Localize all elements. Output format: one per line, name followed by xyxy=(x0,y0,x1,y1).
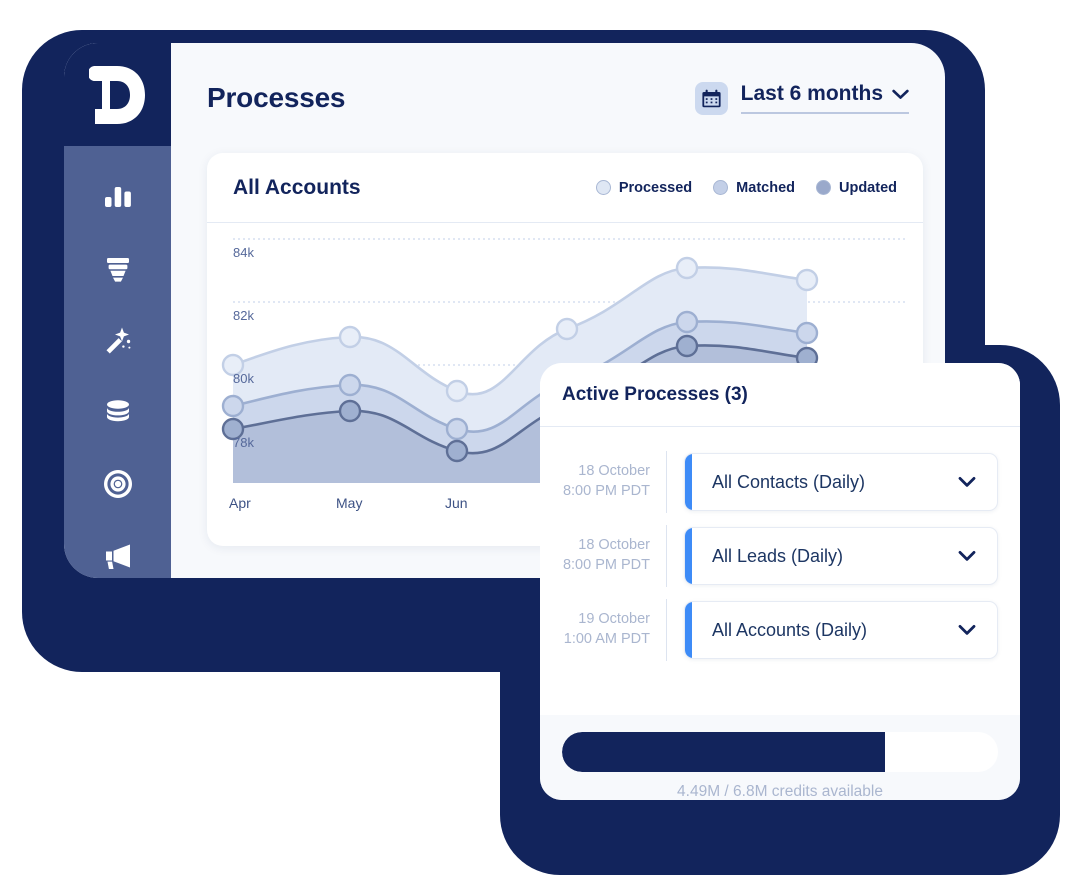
sidebar-item-campaigns[interactable] xyxy=(90,534,146,578)
process-timestamp: 18 October 8:00 PM PDT xyxy=(562,536,666,575)
row-divider xyxy=(666,525,667,587)
date-range-picker[interactable]: Last 6 months xyxy=(694,81,909,115)
legend-swatch xyxy=(595,180,611,195)
y-axis-tick: 78k xyxy=(233,435,254,450)
process-dropdown-all-accounts[interactable]: All Accounts (Daily) xyxy=(684,601,998,659)
date-range-label: Last 6 months xyxy=(740,82,883,105)
status-accent-bar xyxy=(685,528,692,584)
process-time: 8:00 PM PDT xyxy=(562,557,650,573)
legend-label: Matched xyxy=(736,179,795,196)
credits-progress-bar xyxy=(562,732,998,772)
process-time: 8:00 PM PDT xyxy=(562,483,650,499)
y-axis-tick: 80k xyxy=(233,371,254,386)
process-dropdown-all-leads[interactable]: All Leads (Daily) xyxy=(684,527,998,585)
chevron-down-icon[interactable] xyxy=(958,550,976,562)
credits-progress-fill xyxy=(562,732,885,772)
credits-section: 4.49M / 6.8M credits available xyxy=(540,715,1020,800)
sidebar-item-funnel[interactable] xyxy=(90,246,146,290)
process-dropdown-all-contacts[interactable]: All Contacts (Daily) xyxy=(684,453,998,511)
chart-legend: Processed Matched Updated xyxy=(595,179,897,196)
chart-card-header: All Accounts Processed Matched Updated xyxy=(207,153,923,223)
legend-item-updated[interactable]: Updated xyxy=(816,180,897,196)
sidebar-item-dashboard[interactable] xyxy=(90,174,146,218)
bar-chart-icon xyxy=(104,187,131,207)
process-name: All Accounts (Daily) xyxy=(712,619,868,640)
top-bar: Processes Last 6 months xyxy=(207,43,909,153)
process-timestamp: 19 October 1:00 AM PDT xyxy=(562,610,666,649)
list-item: 19 October 1:00 AM PDT All Accounts (Dai… xyxy=(562,593,998,667)
letter-d-logo-icon xyxy=(88,65,145,124)
legend-item-processed[interactable]: Processed xyxy=(595,179,693,196)
megaphone-icon xyxy=(105,544,130,569)
x-axis-tick: Jun xyxy=(445,495,468,511)
page-title: Processes xyxy=(207,82,346,113)
credits-label: 4.49M / 6.8M credits available xyxy=(677,783,883,800)
date-range-value[interactable]: Last 6 months xyxy=(740,82,909,114)
panel-header: Active Processes (3) xyxy=(540,363,1020,427)
legend-swatch xyxy=(713,180,729,195)
funnel-icon xyxy=(106,258,129,282)
legend-swatch xyxy=(816,180,831,195)
status-accent-bar xyxy=(685,602,692,658)
process-list: 18 October 8:00 PM PDT All Contacts (Dai… xyxy=(540,427,1020,715)
process-name: All Leads (Daily) xyxy=(712,545,844,566)
active-processes-panel: Active Processes (3) 18 October 8:00 PM … xyxy=(540,363,1020,800)
process-date: 19 October xyxy=(578,611,650,628)
legend-label: Updated xyxy=(839,179,897,196)
app-logo[interactable] xyxy=(64,43,171,146)
database-icon xyxy=(106,400,129,422)
y-axis-tick: 84k xyxy=(233,245,254,260)
magic-wand-icon xyxy=(106,327,130,354)
panel-title: Active Processes (3) xyxy=(562,383,748,405)
process-time: 1:00 AM PDT xyxy=(563,631,650,647)
sidebar-item-data[interactable] xyxy=(90,390,146,434)
chevron-down-icon[interactable] xyxy=(958,476,976,488)
status-accent-bar xyxy=(685,454,692,510)
chart-title: All Accounts xyxy=(233,175,361,199)
sidebar xyxy=(64,43,171,578)
legend-item-matched[interactable]: Matched xyxy=(713,180,795,196)
list-item: 18 October 8:00 PM PDT All Contacts (Dai… xyxy=(562,445,998,519)
process-date: 18 October xyxy=(578,537,650,554)
process-date: 18 October xyxy=(578,463,650,480)
chevron-down-icon xyxy=(892,89,909,99)
x-axis-tick: Apr xyxy=(229,495,251,511)
x-axis-tick: May xyxy=(336,495,363,511)
sidebar-item-enrich[interactable] xyxy=(90,318,146,362)
y-axis-tick: 82k xyxy=(233,308,254,323)
sidebar-item-targets[interactable] xyxy=(90,462,146,506)
process-name: All Contacts (Daily) xyxy=(712,471,866,492)
list-item: 18 October 8:00 PM PDT All Leads (Daily) xyxy=(562,519,998,593)
calendar-icon xyxy=(702,89,721,107)
legend-label: Processed xyxy=(618,179,693,196)
target-icon xyxy=(103,470,132,498)
process-timestamp: 18 October 8:00 PM PDT xyxy=(562,462,666,501)
chevron-down-icon[interactable] xyxy=(958,624,976,636)
row-divider xyxy=(666,451,667,513)
sidebar-nav xyxy=(64,174,171,578)
calendar-badge xyxy=(694,81,728,115)
row-divider xyxy=(666,599,667,661)
screenshot-stage: Processes Last 6 months All Accounts Pro… xyxy=(0,0,1088,895)
